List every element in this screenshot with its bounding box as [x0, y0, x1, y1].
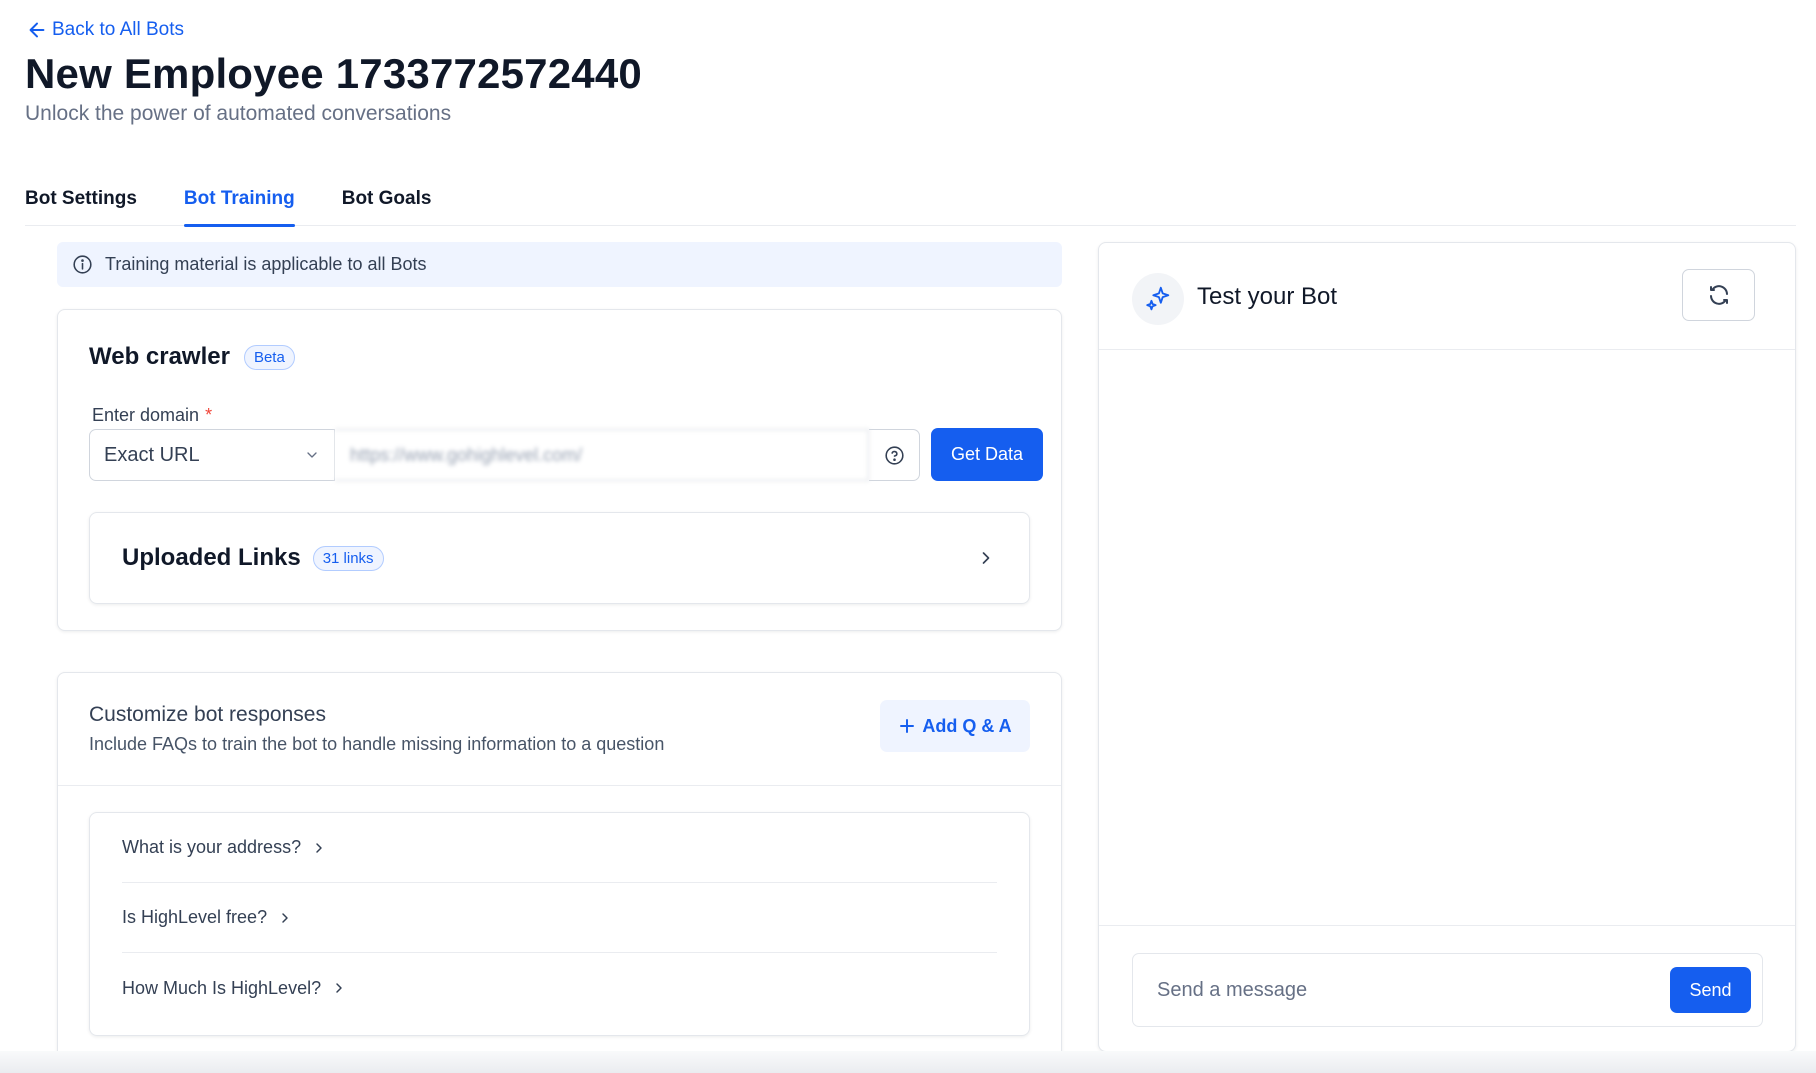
test-bot-panel: Test your Bot Send: [1098, 242, 1796, 1052]
arrow-left-icon: [29, 22, 45, 38]
required-mark: *: [205, 405, 213, 425]
back-to-all-bots-link[interactable]: Back to All Bots: [26, 19, 184, 41]
qa-question: Is HighLevel free?: [122, 907, 268, 927]
add-qa-label: Add Q & A: [922, 715, 1012, 736]
training-info-banner: Training material is applicable to all B…: [57, 242, 1062, 287]
tab-bar: Bot Settings Bot Training Bot Goals: [25, 182, 1796, 227]
uploaded-links-card[interactable]: Uploaded Links 31 links: [89, 512, 1030, 604]
chat-footer: Send: [1099, 925, 1795, 1052]
back-link-label: Back to All Bots: [52, 19, 185, 40]
links-count-badge: 31 links: [312, 545, 384, 571]
message-input[interactable]: [1157, 978, 1670, 1002]
web-crawler-heading: Web crawler Beta: [89, 343, 295, 371]
chevron-right-icon: [282, 912, 288, 923]
question-circle-icon: [884, 445, 904, 465]
uploaded-links-title: Uploaded Links: [122, 544, 301, 571]
tab-bot-settings[interactable]: Bot Settings: [25, 182, 137, 226]
add-qa-button[interactable]: Add Q & A: [880, 700, 1030, 752]
page-subtitle: Unlock the power of automated conversati…: [25, 102, 452, 125]
match-type-select[interactable]: Exact URL: [89, 429, 335, 481]
chevron-right-icon: [982, 552, 990, 564]
match-type-value: Exact URL: [104, 443, 200, 466]
qa-item[interactable]: Is HighLevel free?: [122, 883, 997, 953]
qa-question: What is your address?: [122, 837, 302, 857]
web-crawler-title: Web crawler: [89, 343, 230, 370]
chevron-down-icon: [307, 452, 317, 458]
domain-label-text: Enter domain: [92, 405, 200, 425]
responses-description: Include FAQs to train the bot to handle …: [89, 734, 665, 754]
page-title: New Employee 1733772572440: [25, 50, 642, 97]
chevron-right-icon: [316, 842, 322, 853]
beta-badge: Beta: [243, 344, 295, 370]
qa-list: What is your address? Is HighLevel free?…: [89, 812, 1030, 1036]
plus-icon: [900, 719, 915, 733]
refresh-chat-button[interactable]: [1682, 269, 1755, 321]
test-bot-header: Test your Bot: [1099, 243, 1795, 350]
message-composer: Send: [1132, 953, 1763, 1027]
domain-url-input[interactable]: [335, 429, 869, 481]
banner-text: Training material is applicable to all B…: [105, 254, 427, 274]
responses-header: Customize bot responses Include FAQs to …: [58, 673, 1061, 786]
sparkles-icon: [1146, 286, 1170, 311]
info-icon: [73, 255, 92, 274]
refresh-icon: [1709, 285, 1728, 305]
tab-bot-goals[interactable]: Bot Goals: [342, 182, 432, 226]
enter-domain-label: Enter domain *: [92, 405, 212, 426]
responses-title: Customize bot responses: [89, 703, 326, 726]
chevron-right-icon: [336, 983, 342, 993]
tab-bot-training[interactable]: Bot Training: [183, 182, 295, 227]
test-bot-title: Test your Bot: [1197, 283, 1338, 310]
send-button[interactable]: Send: [1670, 967, 1751, 1013]
qa-item[interactable]: What is your address?: [122, 813, 997, 883]
qa-item[interactable]: How Much Is HighLevel?: [122, 953, 997, 1023]
web-crawler-card: Web crawler Beta Enter domain * Exact URL…: [57, 309, 1062, 631]
qa-question: How Much Is HighLevel?: [122, 977, 322, 998]
chat-messages-area[interactable]: [1099, 350, 1795, 925]
domain-help-button[interactable]: [869, 429, 920, 481]
customize-responses-card: Customize bot responses Include FAQs to …: [57, 672, 1062, 1060]
get-data-button[interactable]: Get Data: [931, 428, 1043, 481]
bot-avatar: [1132, 273, 1184, 325]
domain-input-group: Exact URL: [89, 429, 920, 481]
bottom-edge-shadow: [0, 1051, 1816, 1073]
